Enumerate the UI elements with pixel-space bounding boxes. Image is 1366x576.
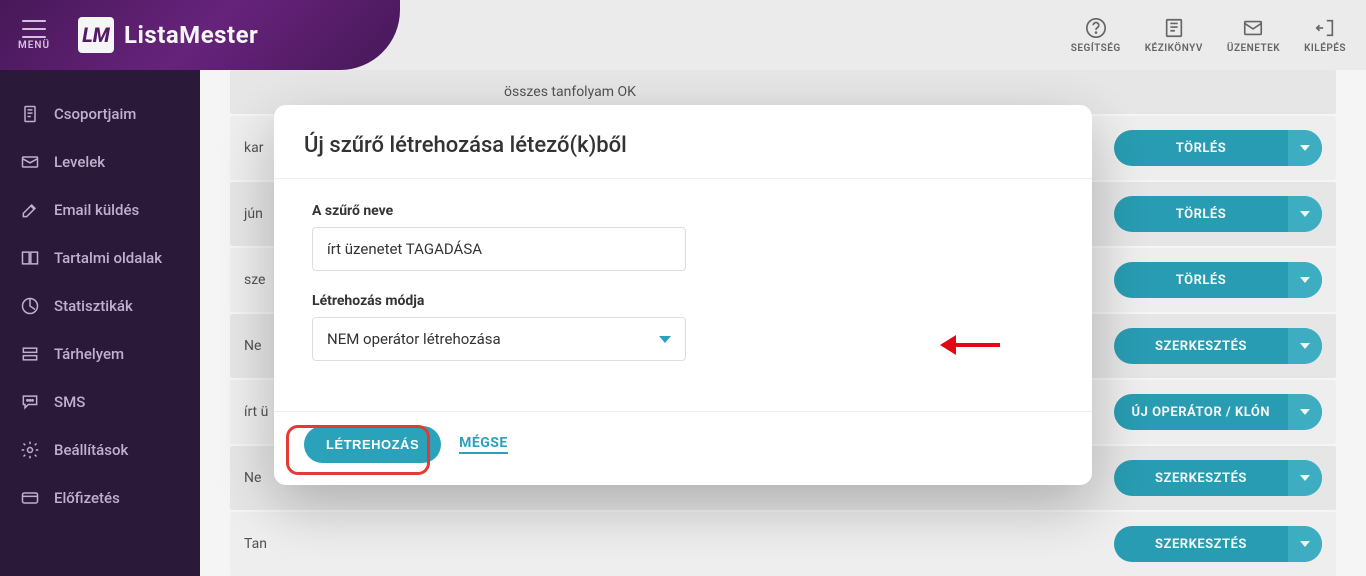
modal-overlay: Új szűrő létrehozása létező(k)ből A szűr… [0, 0, 1366, 576]
method-select[interactable]: NEM operátor létrehozása [312, 317, 686, 361]
modal-body: A szűrő neve írt üzenetet TAGADÁSA Létre… [274, 179, 1092, 411]
annotation-arrow-icon [940, 335, 1000, 355]
cancel-button[interactable]: MÉGSE [459, 435, 508, 454]
modal-footer: LÉTREHOZÁS MÉGSE [274, 411, 1092, 485]
modal-title: Új szűrő létrehozása létező(k)ből [274, 105, 1092, 179]
filter-name-label: A szűrő neve [312, 203, 1054, 219]
filter-name-value: írt üzenetet TAGADÁSA [327, 240, 482, 258]
method-value: NEM operátor létrehozása [327, 330, 501, 348]
chevron-down-icon [659, 336, 671, 343]
filter-name-input[interactable]: írt üzenetet TAGADÁSA [312, 227, 686, 271]
create-filter-modal: Új szűrő létrehozása létező(k)ből A szűr… [274, 105, 1092, 485]
method-label: Létrehozás módja [312, 293, 1054, 309]
create-button[interactable]: LÉTREHOZÁS [304, 426, 441, 463]
filter-name-field: A szűrő neve írt üzenetet TAGADÁSA [312, 203, 1054, 271]
